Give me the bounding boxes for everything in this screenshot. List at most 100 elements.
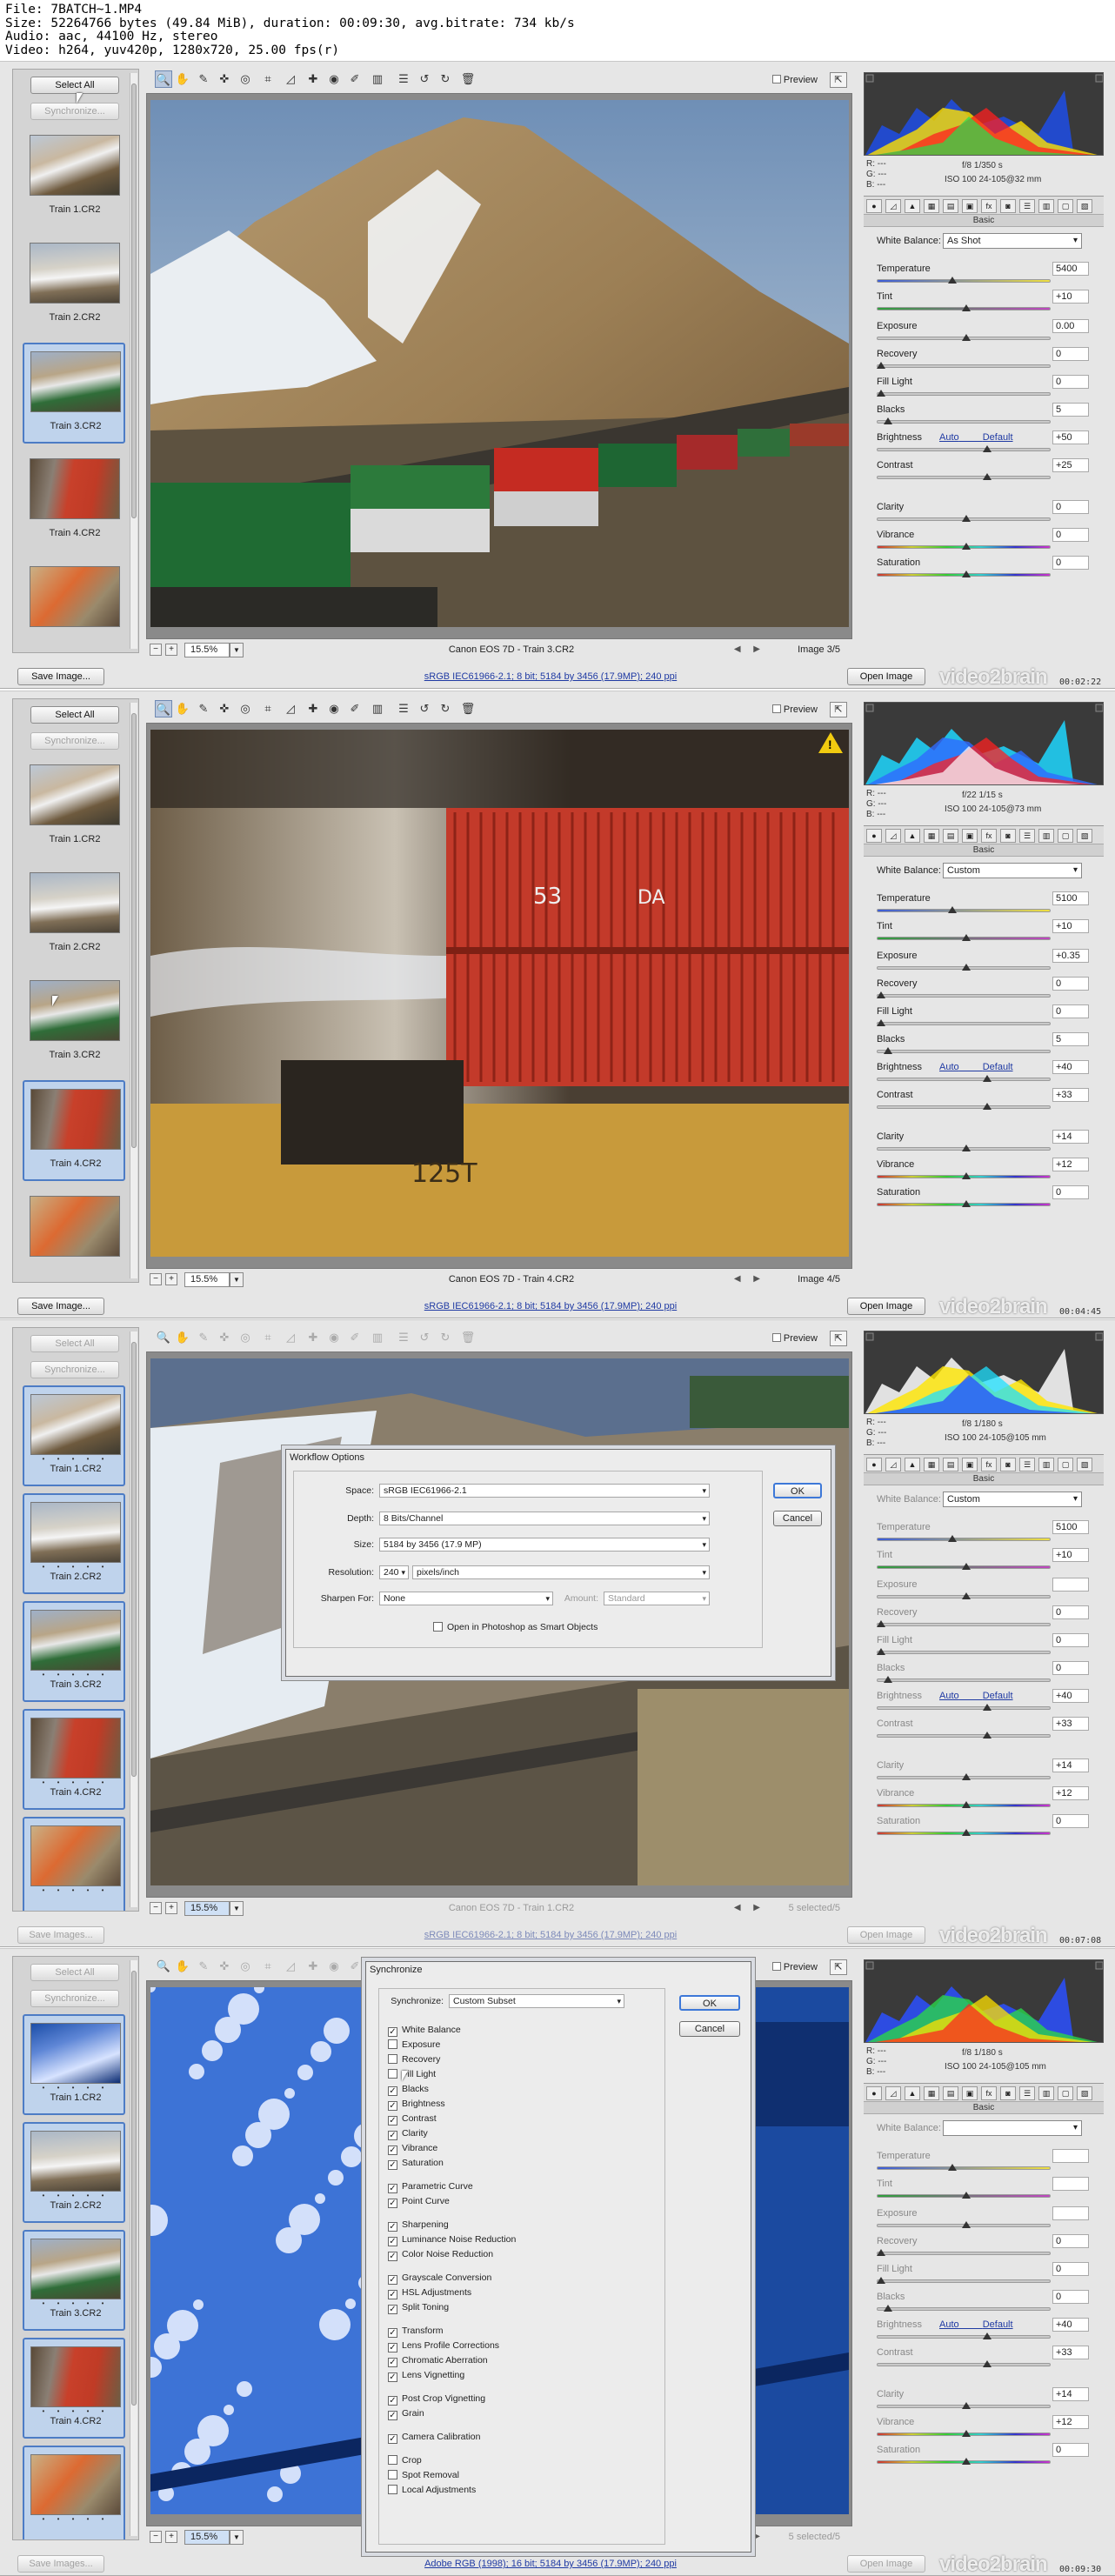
red-eye-icon[interactable]: ◉ xyxy=(325,700,343,717)
zoom-dropdown-icon[interactable]: ▼ xyxy=(230,2530,244,2545)
straighten-tool-icon[interactable]: ◿ xyxy=(282,700,299,717)
slider-value-field[interactable]: 5100 xyxy=(1052,891,1089,905)
sharpen-select[interactable]: None xyxy=(379,1592,553,1605)
sync-check-box[interactable]: ✓ xyxy=(388,2222,397,2232)
targeted-adjust-icon[interactable]: ◎ xyxy=(237,70,254,88)
white-balance-tool-icon[interactable]: ✎ xyxy=(195,700,212,717)
filmstrip-scrollbar[interactable] xyxy=(130,703,137,1278)
presets-tab-icon[interactable]: ☰ xyxy=(1019,829,1035,843)
filmstrip-thumbnail[interactable]: • • • • • Train 1.CR2 xyxy=(23,2014,125,2115)
slider-track[interactable] xyxy=(877,364,1051,368)
slider-thumb[interactable] xyxy=(948,906,957,913)
sync-check-box[interactable]: ✓ xyxy=(388,2116,397,2126)
filmstrip-thumbnail[interactable]: • • • • • Train 3.CR2 xyxy=(23,1601,125,1702)
preferences-icon[interactable]: ☰ xyxy=(395,70,412,88)
color-sampler-icon[interactable]: ✜ xyxy=(216,1329,233,1346)
sync-option-checkbox[interactable]: ✓ Post Crop Vignetting xyxy=(388,2392,485,2406)
slider-value-field[interactable]: 5 xyxy=(1052,1032,1089,1046)
slider-value-field[interactable]: +40 xyxy=(1052,2318,1089,2332)
preview-checkbox[interactable]: Preview xyxy=(771,704,818,715)
amount-select[interactable]: Standard xyxy=(604,1592,710,1605)
crop-tool-icon[interactable]: ⌗ xyxy=(259,70,277,88)
slider-thumb[interactable] xyxy=(948,2164,957,2171)
snap-tab-icon[interactable]: ▧ xyxy=(1077,1458,1092,1472)
sync-option-checkbox[interactable]: Crop xyxy=(388,2454,422,2468)
sync-option-checkbox[interactable]: Spot Removal xyxy=(388,2469,459,2483)
preview-check-box[interactable] xyxy=(771,75,781,83)
synchronize-button[interactable]: Synchronize... xyxy=(30,1990,119,2007)
sync-option-checkbox[interactable]: Recovery xyxy=(388,2053,440,2067)
slider-value-field[interactable]: +12 xyxy=(1052,1158,1089,1171)
synchronize-select[interactable]: Custom Subset xyxy=(449,1994,624,2008)
slider-value-field[interactable]: +33 xyxy=(1052,2346,1089,2359)
red-eye-icon[interactable]: ◉ xyxy=(325,70,343,88)
sync-option-checkbox[interactable]: ✓ Brightness xyxy=(388,2098,445,2112)
effects-tab-icon[interactable]: fx xyxy=(981,1458,997,1472)
select-all-button[interactable]: Select All xyxy=(30,77,119,94)
image-nav-arrows[interactable]: ◀ ▶ xyxy=(734,1903,765,1912)
fx-tab-icon[interactable]: ▢ xyxy=(1058,829,1073,843)
sync-check-box[interactable]: ✓ xyxy=(388,2434,397,2444)
open-image-button[interactable]: Open Image xyxy=(847,668,925,685)
slider-thumb[interactable] xyxy=(962,1592,971,1599)
sync-option-checkbox[interactable]: ✓ Transform xyxy=(388,2325,443,2339)
slider-track[interactable] xyxy=(877,2279,1051,2283)
spot-removal-icon[interactable]: ✚ xyxy=(304,70,322,88)
preview-checkbox[interactable]: Preview xyxy=(771,1962,818,1972)
slider-thumb[interactable] xyxy=(983,1732,991,1738)
rotate-right-icon[interactable]: ↻ xyxy=(437,1329,454,1346)
camera-calibration-tab-icon[interactable]: ◙ xyxy=(1000,1458,1016,1472)
slider-value-field[interactable]: 0 xyxy=(1052,1185,1089,1199)
white-balance-select[interactable]: Custom xyxy=(943,863,1082,878)
slider-thumb[interactable] xyxy=(877,362,885,369)
sync-check-box[interactable] xyxy=(388,2039,397,2049)
sync-option-checkbox[interactable]: ✓ HSL Adjustments xyxy=(388,2286,471,2300)
filmstrip-thumbnail[interactable]: • • • • • xyxy=(23,2446,125,2539)
sync-check-box[interactable]: ✓ xyxy=(388,2396,397,2406)
slider-value-field[interactable]: 0 xyxy=(1052,1004,1089,1018)
slider-value-field[interactable] xyxy=(1052,2206,1089,2220)
slider-track[interactable] xyxy=(877,2363,1051,2366)
slider-track[interactable] xyxy=(877,1078,1051,1081)
slider-value-field[interactable]: 5400 xyxy=(1052,262,1089,276)
camera-calibration-tab-icon[interactable]: ◙ xyxy=(1000,199,1016,213)
slider-value-field[interactable]: 0.00 xyxy=(1052,319,1089,333)
slider-thumb[interactable] xyxy=(962,2430,971,2437)
slider-track[interactable] xyxy=(877,476,1051,479)
default-link[interactable]: Default xyxy=(983,2319,1013,2330)
snap-tab-icon[interactable]: ▧ xyxy=(1077,2086,1092,2100)
save-image-button[interactable]: Save Image... xyxy=(17,1298,104,1315)
preferences-icon[interactable]: ☰ xyxy=(395,700,412,717)
zoom-out-button[interactable]: − xyxy=(150,2531,162,2543)
slider-value-field[interactable]: 0 xyxy=(1052,375,1089,389)
crop-tool-icon[interactable]: ⌗ xyxy=(259,700,277,717)
fullscreen-icon[interactable]: ⇱ xyxy=(830,1959,847,1975)
crop-tool-icon[interactable]: ⌗ xyxy=(259,1329,277,1346)
fx-tab-icon[interactable]: ▢ xyxy=(1058,1458,1073,1472)
filmstrip-thumbnail[interactable]: Train 1.CR2 xyxy=(23,127,125,228)
slider-thumb[interactable] xyxy=(962,1773,971,1780)
effects-tab-icon[interactable]: fx xyxy=(981,199,997,213)
filmstrip-thumbnail[interactable]: Train 3.CR2 xyxy=(23,343,125,444)
zoom-dropdown-icon[interactable]: ▼ xyxy=(230,1272,244,1287)
slider-track[interactable] xyxy=(877,994,1051,998)
filmstrip-thumbnail[interactable]: Train 3.CR2 xyxy=(23,972,125,1073)
slider-value-field[interactable]: +33 xyxy=(1052,1717,1089,1731)
slider-value-field[interactable]: +14 xyxy=(1052,1130,1089,1144)
spot-removal-icon[interactable]: ✚ xyxy=(304,700,322,717)
slider-value-field[interactable]: 0 xyxy=(1052,1633,1089,1647)
slider-track[interactable] xyxy=(877,279,1051,283)
white-balance-select[interactable]: Custom xyxy=(943,1492,1082,1507)
slider-track[interactable] xyxy=(877,909,1051,912)
sync-check-box[interactable]: ✓ xyxy=(388,2160,397,2170)
sync-option-checkbox[interactable]: ✓ Grain xyxy=(388,2407,424,2421)
adjustment-brush-icon[interactable]: ✐ xyxy=(346,700,364,717)
filmstrip-thumbnail[interactable] xyxy=(23,1188,125,1282)
tone-curve-tab-icon[interactable]: ◿ xyxy=(885,2086,901,2100)
rotate-right-icon[interactable]: ↻ xyxy=(437,700,454,717)
preview-check-box[interactable] xyxy=(771,1333,781,1342)
slider-thumb[interactable] xyxy=(962,1200,971,1207)
slider-thumb[interactable] xyxy=(877,1019,885,1026)
filmstrip-scrollbar[interactable] xyxy=(130,73,137,649)
slider-track[interactable] xyxy=(877,2335,1051,2339)
